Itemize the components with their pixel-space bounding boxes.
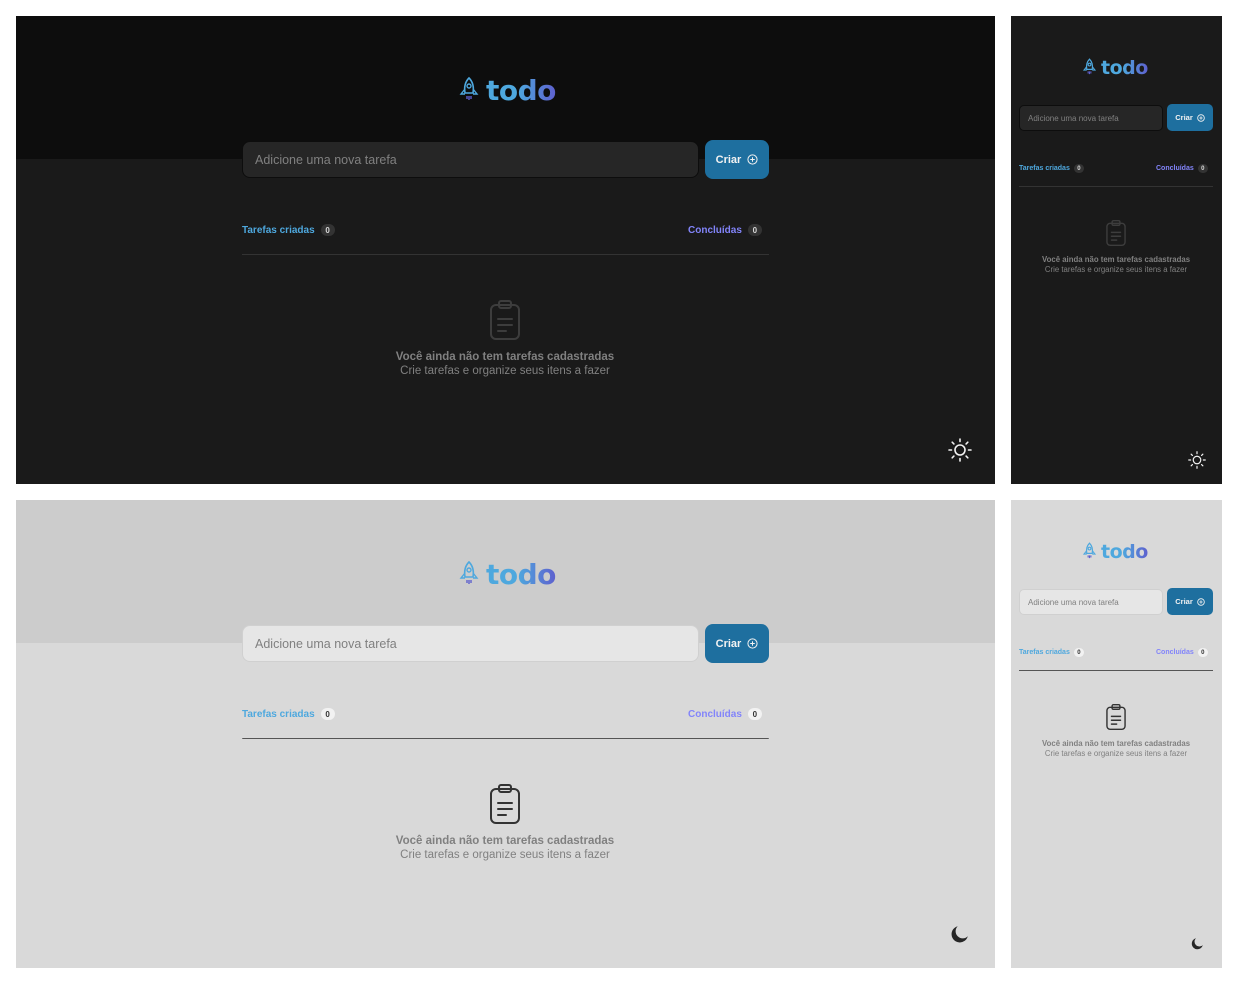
done-counter: Concluídas 0	[688, 708, 762, 720]
create-button[interactable]: Criar	[705, 140, 769, 179]
input-placeholder: Adicione uma nova tarefa	[255, 152, 397, 167]
new-task-input[interactable]: Adicione uma nova tarefa	[242, 141, 699, 178]
plus-circle-icon	[747, 154, 758, 165]
divider	[242, 254, 769, 255]
rocket-icon	[459, 76, 479, 100]
clipboard-icon	[1106, 219, 1126, 247]
done-label: Concluídas	[1156, 165, 1194, 172]
moon-icon	[951, 926, 968, 943]
logo: todo	[1082, 57, 1148, 79]
rocket-icon	[1082, 542, 1097, 559]
create-button[interactable]: Criar	[1167, 104, 1213, 131]
new-task-input[interactable]: Adicione uma nova tarefa	[1019, 105, 1163, 131]
input-placeholder: Adicione uma nova tarefa	[1028, 597, 1119, 607]
created-counter: Tarefas criadas 0	[242, 708, 335, 720]
empty-subtitle: Crie tarefas e organize seus itens a faz…	[1044, 749, 1188, 758]
done-label: Concluídas	[688, 224, 742, 236]
done-label: Concluídas	[688, 708, 742, 720]
created-count-badge: 0	[320, 224, 335, 236]
create-button-label: Criar	[1175, 597, 1193, 606]
dark-desktop-view: todo Adicione uma nova tarefa Criar Tare…	[16, 16, 995, 484]
divider	[1019, 186, 1213, 187]
done-label: Concluídas	[1156, 649, 1194, 656]
dark-mobile-view: todo Adicione uma nova tarefa Criar Tare…	[1011, 16, 1222, 484]
logo-text: todo	[486, 74, 556, 107]
done-counter: Concluídas 0	[1156, 164, 1208, 173]
plus-circle-icon	[747, 638, 758, 649]
empty-title: Você ainda não tem tarefas cadastradas	[1041, 739, 1191, 748]
theme-toggle-button[interactable]	[946, 436, 974, 464]
divider	[242, 738, 769, 739]
done-count-badge: 0	[1197, 164, 1208, 173]
created-label: Tarefas criadas	[242, 708, 315, 720]
clipboard-icon	[490, 300, 520, 340]
create-button[interactable]: Criar	[1167, 588, 1213, 615]
logo: todo	[1082, 541, 1148, 563]
created-count-badge: 0	[1073, 164, 1084, 173]
done-count-badge: 0	[747, 224, 762, 236]
created-counter: Tarefas criadas 0	[1019, 648, 1084, 657]
plus-circle-icon	[1196, 597, 1205, 606]
created-count-badge: 0	[1073, 648, 1084, 657]
empty-subtitle: Crie tarefas e organize seus itens a faz…	[400, 365, 610, 377]
sun-icon	[1188, 451, 1206, 469]
empty-state: Você ainda não tem tarefas cadastradas C…	[305, 299, 705, 377]
logo-text: todo	[1101, 57, 1148, 79]
new-task-input[interactable]: Adicione uma nova tarefa	[1019, 589, 1163, 615]
done-count-badge: 0	[747, 708, 762, 720]
create-button[interactable]: Criar	[705, 624, 769, 663]
logo: todo	[458, 558, 556, 591]
input-placeholder: Adicione uma nova tarefa	[1028, 113, 1119, 123]
done-counter: Concluídas 0	[688, 224, 762, 236]
moon-icon	[1191, 937, 1203, 949]
create-button-label: Criar	[1175, 113, 1193, 122]
logo-text: todo	[1101, 541, 1148, 563]
new-task-input[interactable]: Adicione uma nova tarefa	[242, 625, 699, 662]
empty-state: Você ainda não tem tarefas cadastradas C…	[305, 783, 705, 861]
input-placeholder: Adicione uma nova tarefa	[255, 636, 397, 651]
create-button-label: Criar	[715, 637, 742, 650]
created-count-badge: 0	[320, 708, 335, 720]
empty-state: Você ainda não tem tarefas cadastradas C…	[1016, 219, 1216, 274]
rocket-icon	[459, 560, 479, 584]
theme-toggle-button[interactable]	[1187, 450, 1207, 470]
divider	[1019, 670, 1213, 671]
empty-subtitle: Crie tarefas e organize seus itens a faz…	[1044, 265, 1188, 274]
light-mobile-view: todo Adicione uma nova tarefa Criar Tare…	[1011, 500, 1222, 968]
created-label: Tarefas criadas	[242, 224, 315, 236]
theme-toggle-button[interactable]	[1188, 934, 1206, 952]
created-counter: Tarefas criadas 0	[1019, 164, 1084, 173]
light-desktop-view: todo Adicione uma nova tarefa Criar Tare…	[16, 500, 995, 968]
created-label: Tarefas criadas	[1019, 165, 1070, 172]
clipboard-icon	[490, 784, 520, 824]
done-counter: Concluídas 0	[1156, 648, 1208, 657]
clipboard-icon	[1106, 703, 1126, 731]
create-button-label: Criar	[715, 153, 742, 166]
done-count-badge: 0	[1197, 648, 1208, 657]
logo: todo	[458, 74, 556, 107]
plus-circle-icon	[1196, 113, 1205, 122]
empty-subtitle: Crie tarefas e organize seus itens a faz…	[400, 849, 610, 861]
logo-text: todo	[486, 558, 556, 591]
empty-state: Você ainda não tem tarefas cadastradas C…	[1016, 703, 1216, 758]
rocket-icon	[1082, 58, 1097, 75]
theme-toggle-button[interactable]	[947, 921, 973, 947]
sun-icon	[948, 438, 972, 462]
created-counter: Tarefas criadas 0	[242, 224, 335, 236]
empty-title: Você ainda não tem tarefas cadastradas	[395, 351, 615, 363]
created-label: Tarefas criadas	[1019, 649, 1070, 656]
empty-title: Você ainda não tem tarefas cadastradas	[395, 835, 615, 847]
empty-title: Você ainda não tem tarefas cadastradas	[1041, 255, 1191, 264]
